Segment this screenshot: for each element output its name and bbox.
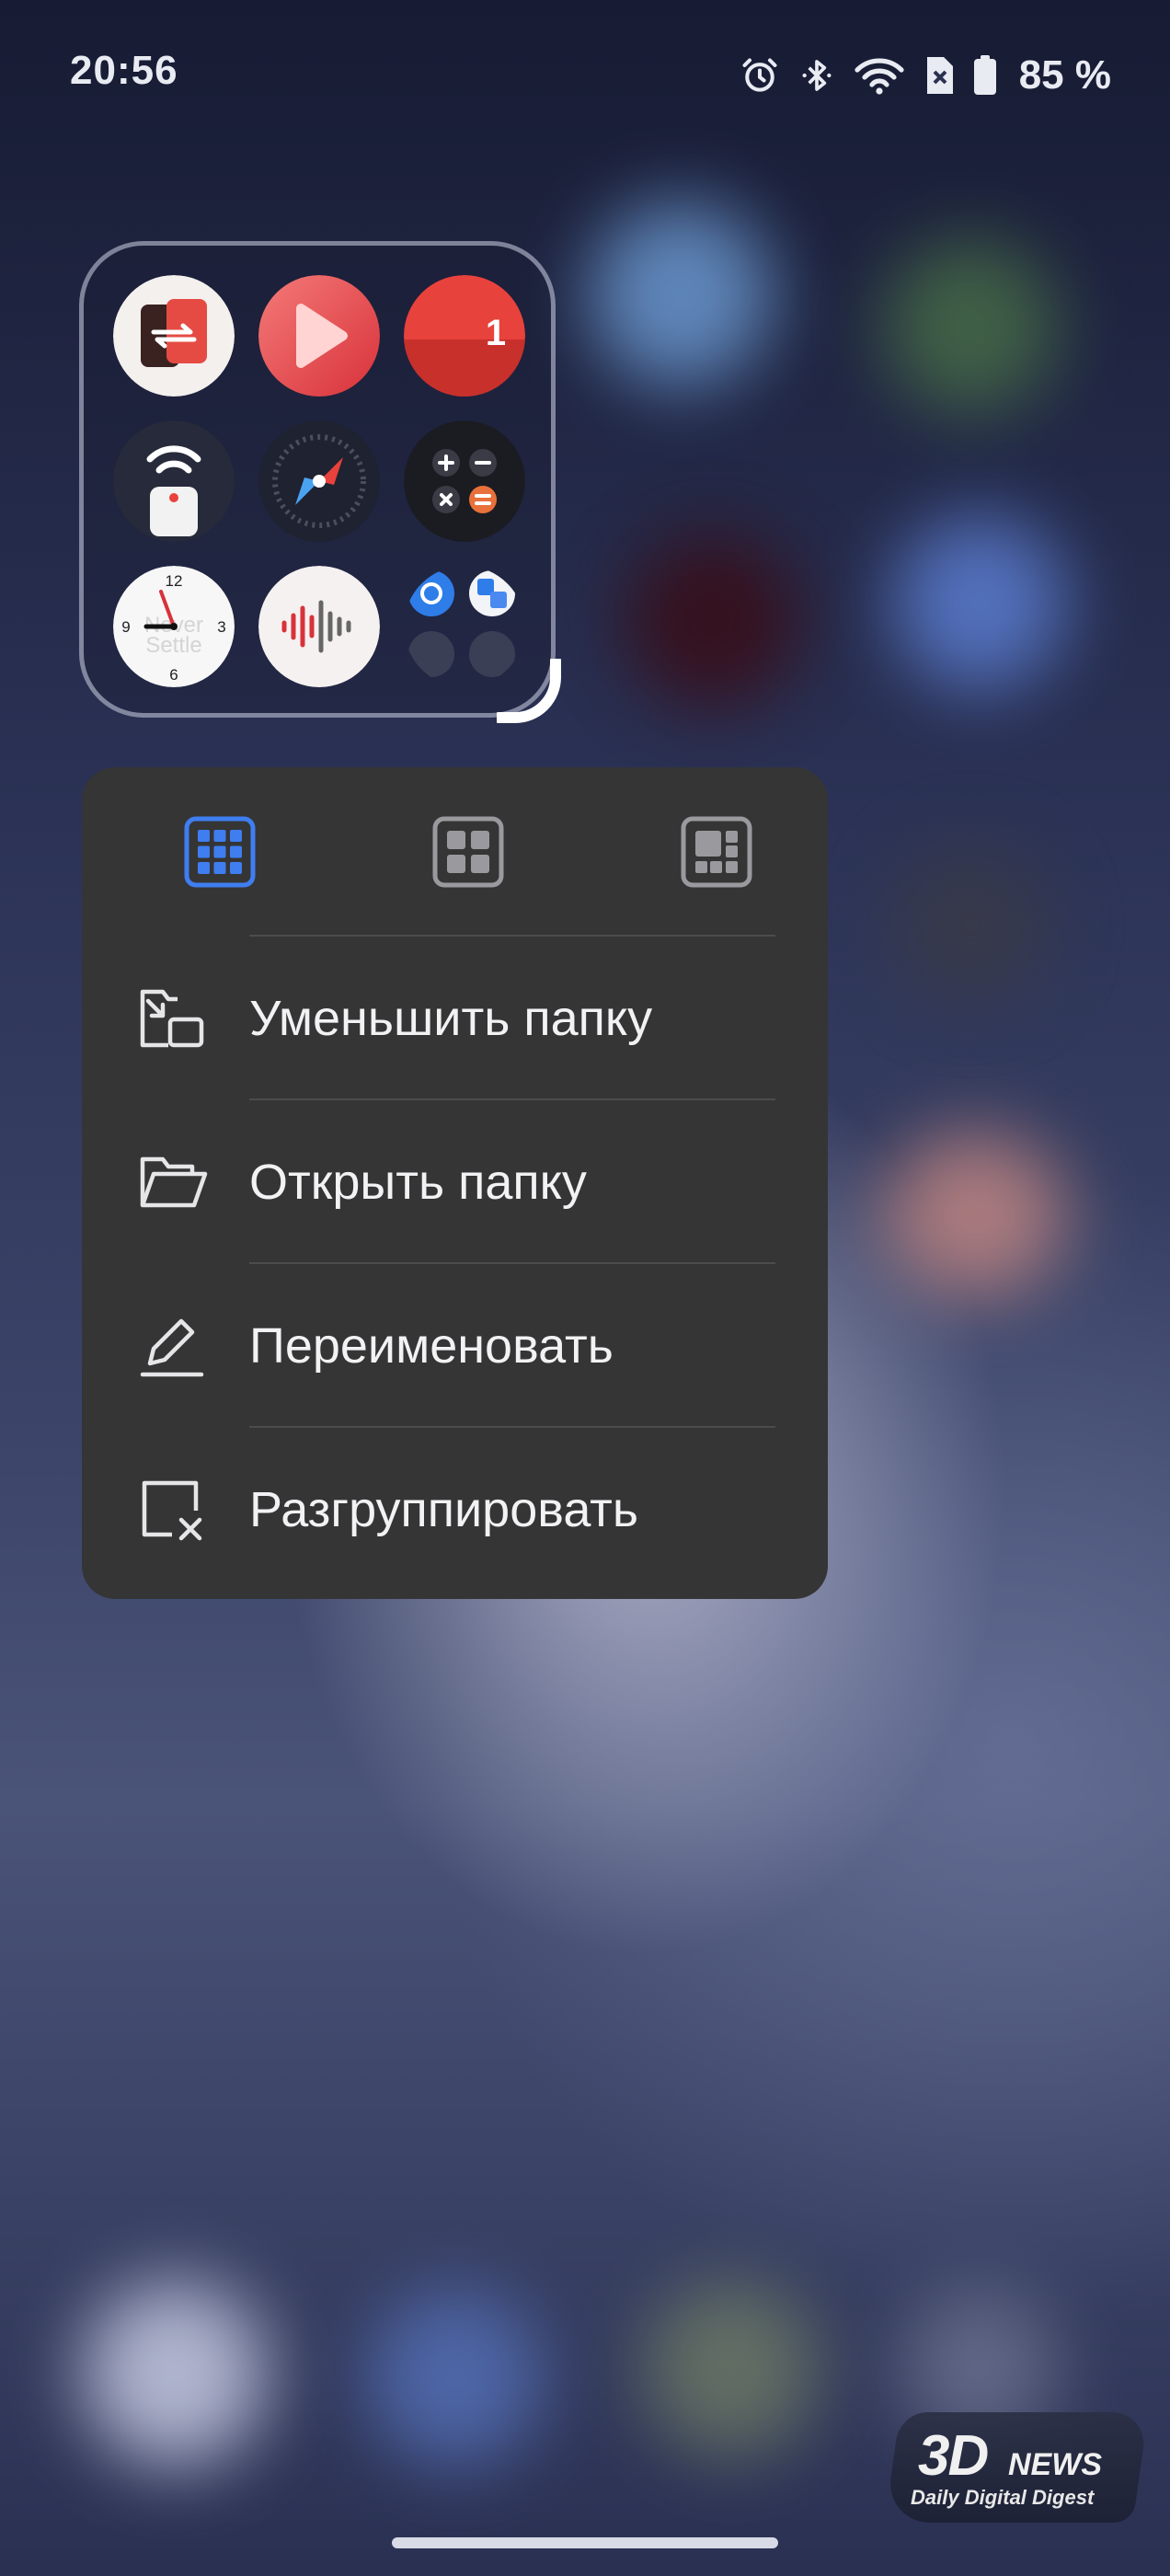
pencil-icon [135, 1310, 209, 1384]
grid-2x2-icon [432, 816, 504, 888]
svg-text:Settle: Settle [145, 633, 201, 658]
folder-context-menu: Уменьшить папку Открыть папку Переименов… [82, 767, 828, 1599]
blurred-app-icon [625, 534, 800, 708]
home-indicator[interactable] [392, 2537, 778, 2548]
menu-item-label: Переименовать [249, 1318, 614, 1374]
clone-phone-icon[interactable] [113, 275, 235, 397]
blurred-app-icon [892, 846, 1049, 1003]
open-folder-icon [135, 1146, 209, 1220]
layout-option-mixed[interactable] [680, 815, 753, 889]
blurred-app-icon [883, 1132, 1067, 1297]
no-sim-icon [923, 55, 955, 96]
clock-icon[interactable]: NeverSettle12369 [113, 566, 235, 687]
blurred-app-icon [589, 202, 773, 386]
layout-option-2x2[interactable] [431, 815, 505, 889]
svg-text:3: 3 [217, 618, 225, 636]
messages-icon[interactable]: 1 [404, 275, 525, 397]
layout-option-3x3[interactable] [183, 815, 257, 889]
status-time: 20:56 [70, 48, 178, 93]
status-bar: 20:56 85 % [0, 0, 1170, 147]
svg-text:9: 9 [121, 618, 130, 636]
watermark-logo: 3D NEWS Daily Digital Digest [884, 2412, 1149, 2523]
folder-resize-handle[interactable] [493, 655, 570, 737]
remote-control-icon[interactable] [113, 420, 235, 542]
menu-item-label: Уменьшить папку [249, 991, 653, 1046]
ungroup-icon [135, 1474, 209, 1547]
svg-text:12: 12 [166, 572, 183, 590]
video-player-icon[interactable] [258, 275, 380, 397]
shrink-folder-icon [135, 983, 209, 1056]
recorder-icon[interactable] [258, 566, 380, 687]
menu-item-shrink-folder[interactable]: Уменьшить папку [82, 937, 828, 1098]
battery-icon [973, 55, 997, 96]
compass-icon[interactable] [258, 420, 380, 542]
blurred-dock-icon [644, 2282, 819, 2456]
alarm-icon [740, 55, 780, 96]
grid-mixed-icon [681, 816, 752, 888]
grid-3x3-icon [184, 816, 256, 888]
menu-item-ungroup[interactable]: Разгруппировать [82, 1428, 828, 1590]
calculator-icon[interactable] [404, 420, 525, 542]
menu-item-open-folder[interactable]: Открыть папку [82, 1100, 828, 1262]
messages-badge: 1 [486, 313, 506, 353]
wifi-icon [854, 55, 905, 96]
status-icons: 85 % [740, 48, 1111, 103]
blurred-dock-icon [83, 2282, 267, 2466]
bluetooth-icon [798, 55, 835, 96]
blurred-app-icon [883, 239, 1058, 414]
menu-item-rename[interactable]: Переименовать [82, 1264, 828, 1426]
battery-percent: 85 % [1018, 52, 1111, 98]
menu-item-label: Разгруппировать [249, 1482, 639, 1537]
blurred-app-icon [892, 515, 1067, 690]
blurred-dock-icon [368, 2291, 543, 2466]
app-folder[interactable]: 1 NeverSettle12369 [79, 241, 556, 718]
menu-item-label: Открыть папку [249, 1155, 587, 1210]
svg-text:6: 6 [169, 666, 178, 684]
